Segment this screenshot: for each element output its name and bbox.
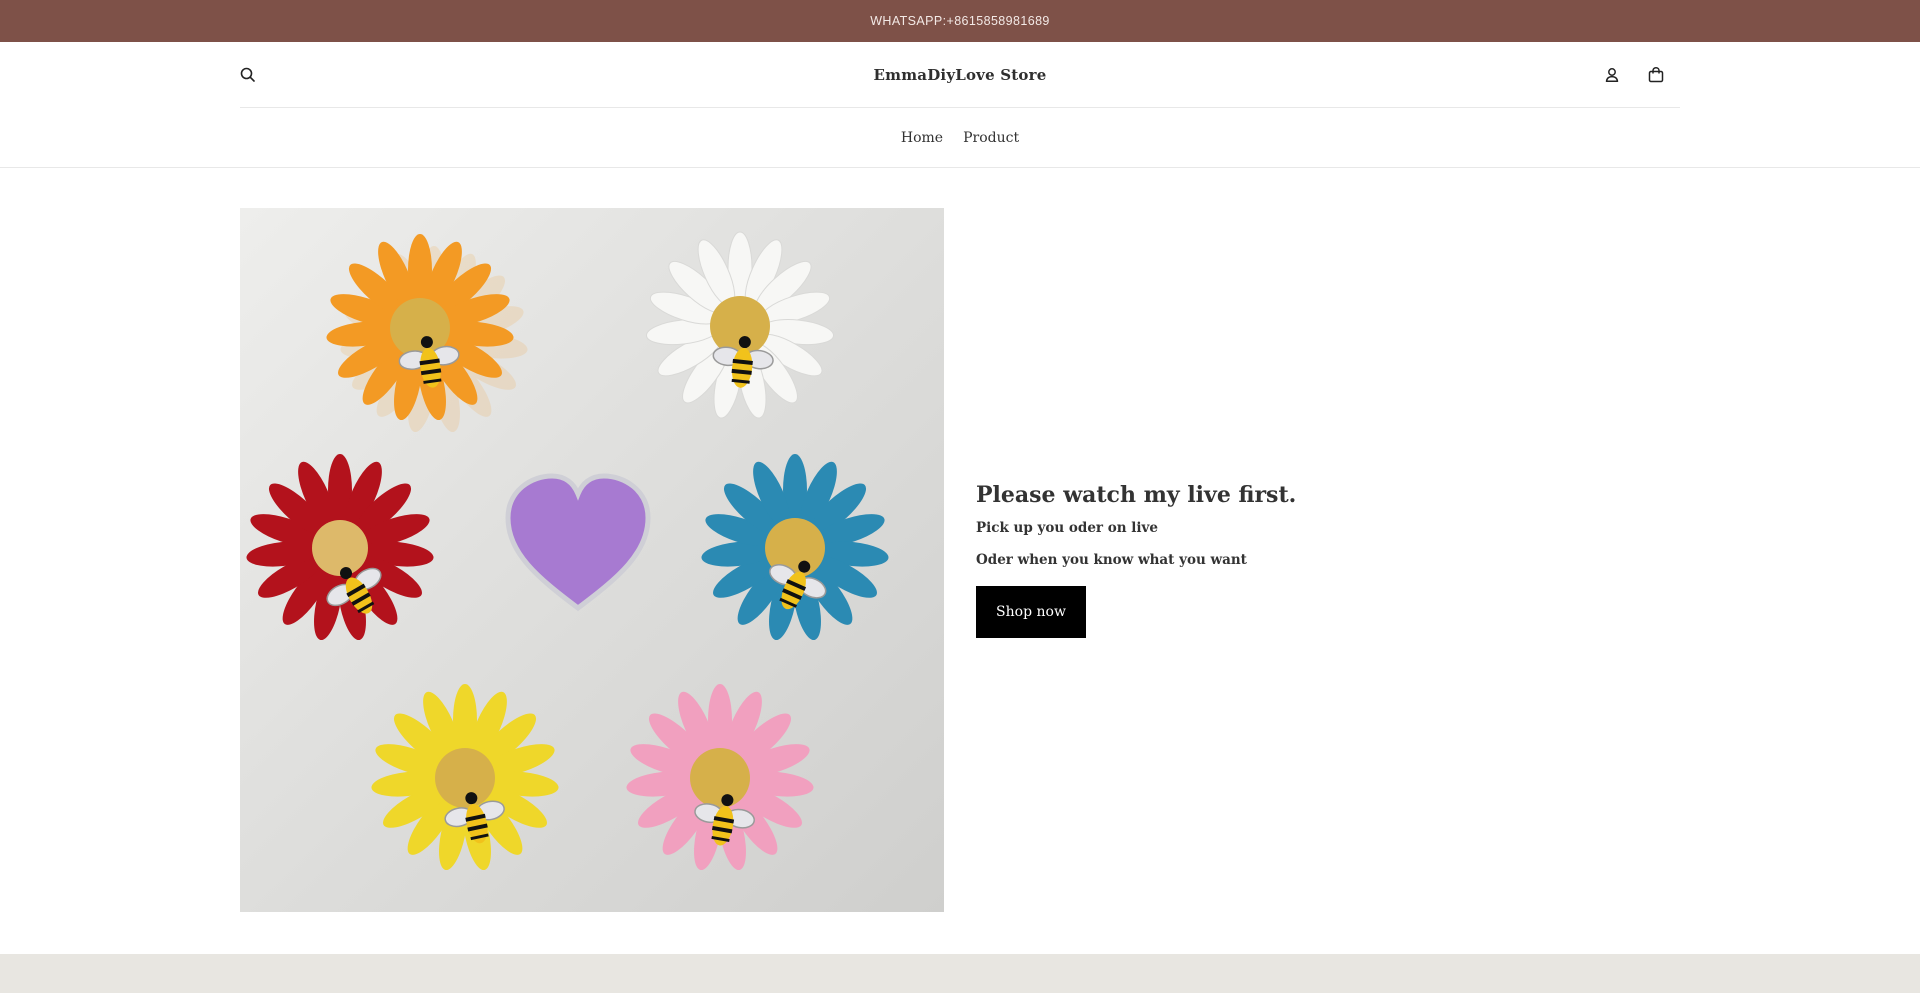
site-header: EmmaDiyLove Store [240, 42, 1680, 108]
flower-yellow [370, 684, 560, 873]
hero-subtext-2: Oder when you know what you want [976, 552, 1247, 568]
nav-item-home[interactable]: Home [901, 130, 943, 146]
account-icon [1605, 68, 1619, 82]
hero-text-block: Please watch my live first. Pick up you … [976, 208, 1296, 912]
store-logo: EmmaDiyLove Store [240, 42, 1680, 108]
flower-blue [700, 454, 890, 643]
announcement-text: WHATSAPP:+8615858981689 [870, 14, 1050, 28]
account-button[interactable] [1590, 42, 1634, 108]
main-navigation: Home Product [0, 108, 1920, 168]
footer-strip [0, 954, 1920, 993]
announcement-bar: WHATSAPP:+8615858981689 [0, 0, 1920, 42]
hero-section: Please watch my live first. Pick up you … [0, 168, 1920, 953]
charms-illustration [245, 231, 890, 873]
flower-orange [325, 234, 529, 435]
store-logo-link[interactable]: EmmaDiyLove Store [874, 66, 1047, 84]
heart-charm [505, 473, 651, 612]
hero-heading: Please watch my live first. [976, 482, 1297, 508]
nav-item-product[interactable]: Product [963, 130, 1019, 146]
flower-white [644, 231, 836, 421]
flower-pink [625, 684, 815, 873]
hero-subtext-1: Pick up you oder on live [976, 520, 1158, 536]
shop-now-button[interactable]: Shop now [976, 586, 1086, 638]
cart-button[interactable] [1634, 42, 1678, 108]
flower-red [245, 454, 435, 643]
cart-icon [1648, 67, 1664, 83]
hero-image [240, 208, 944, 912]
